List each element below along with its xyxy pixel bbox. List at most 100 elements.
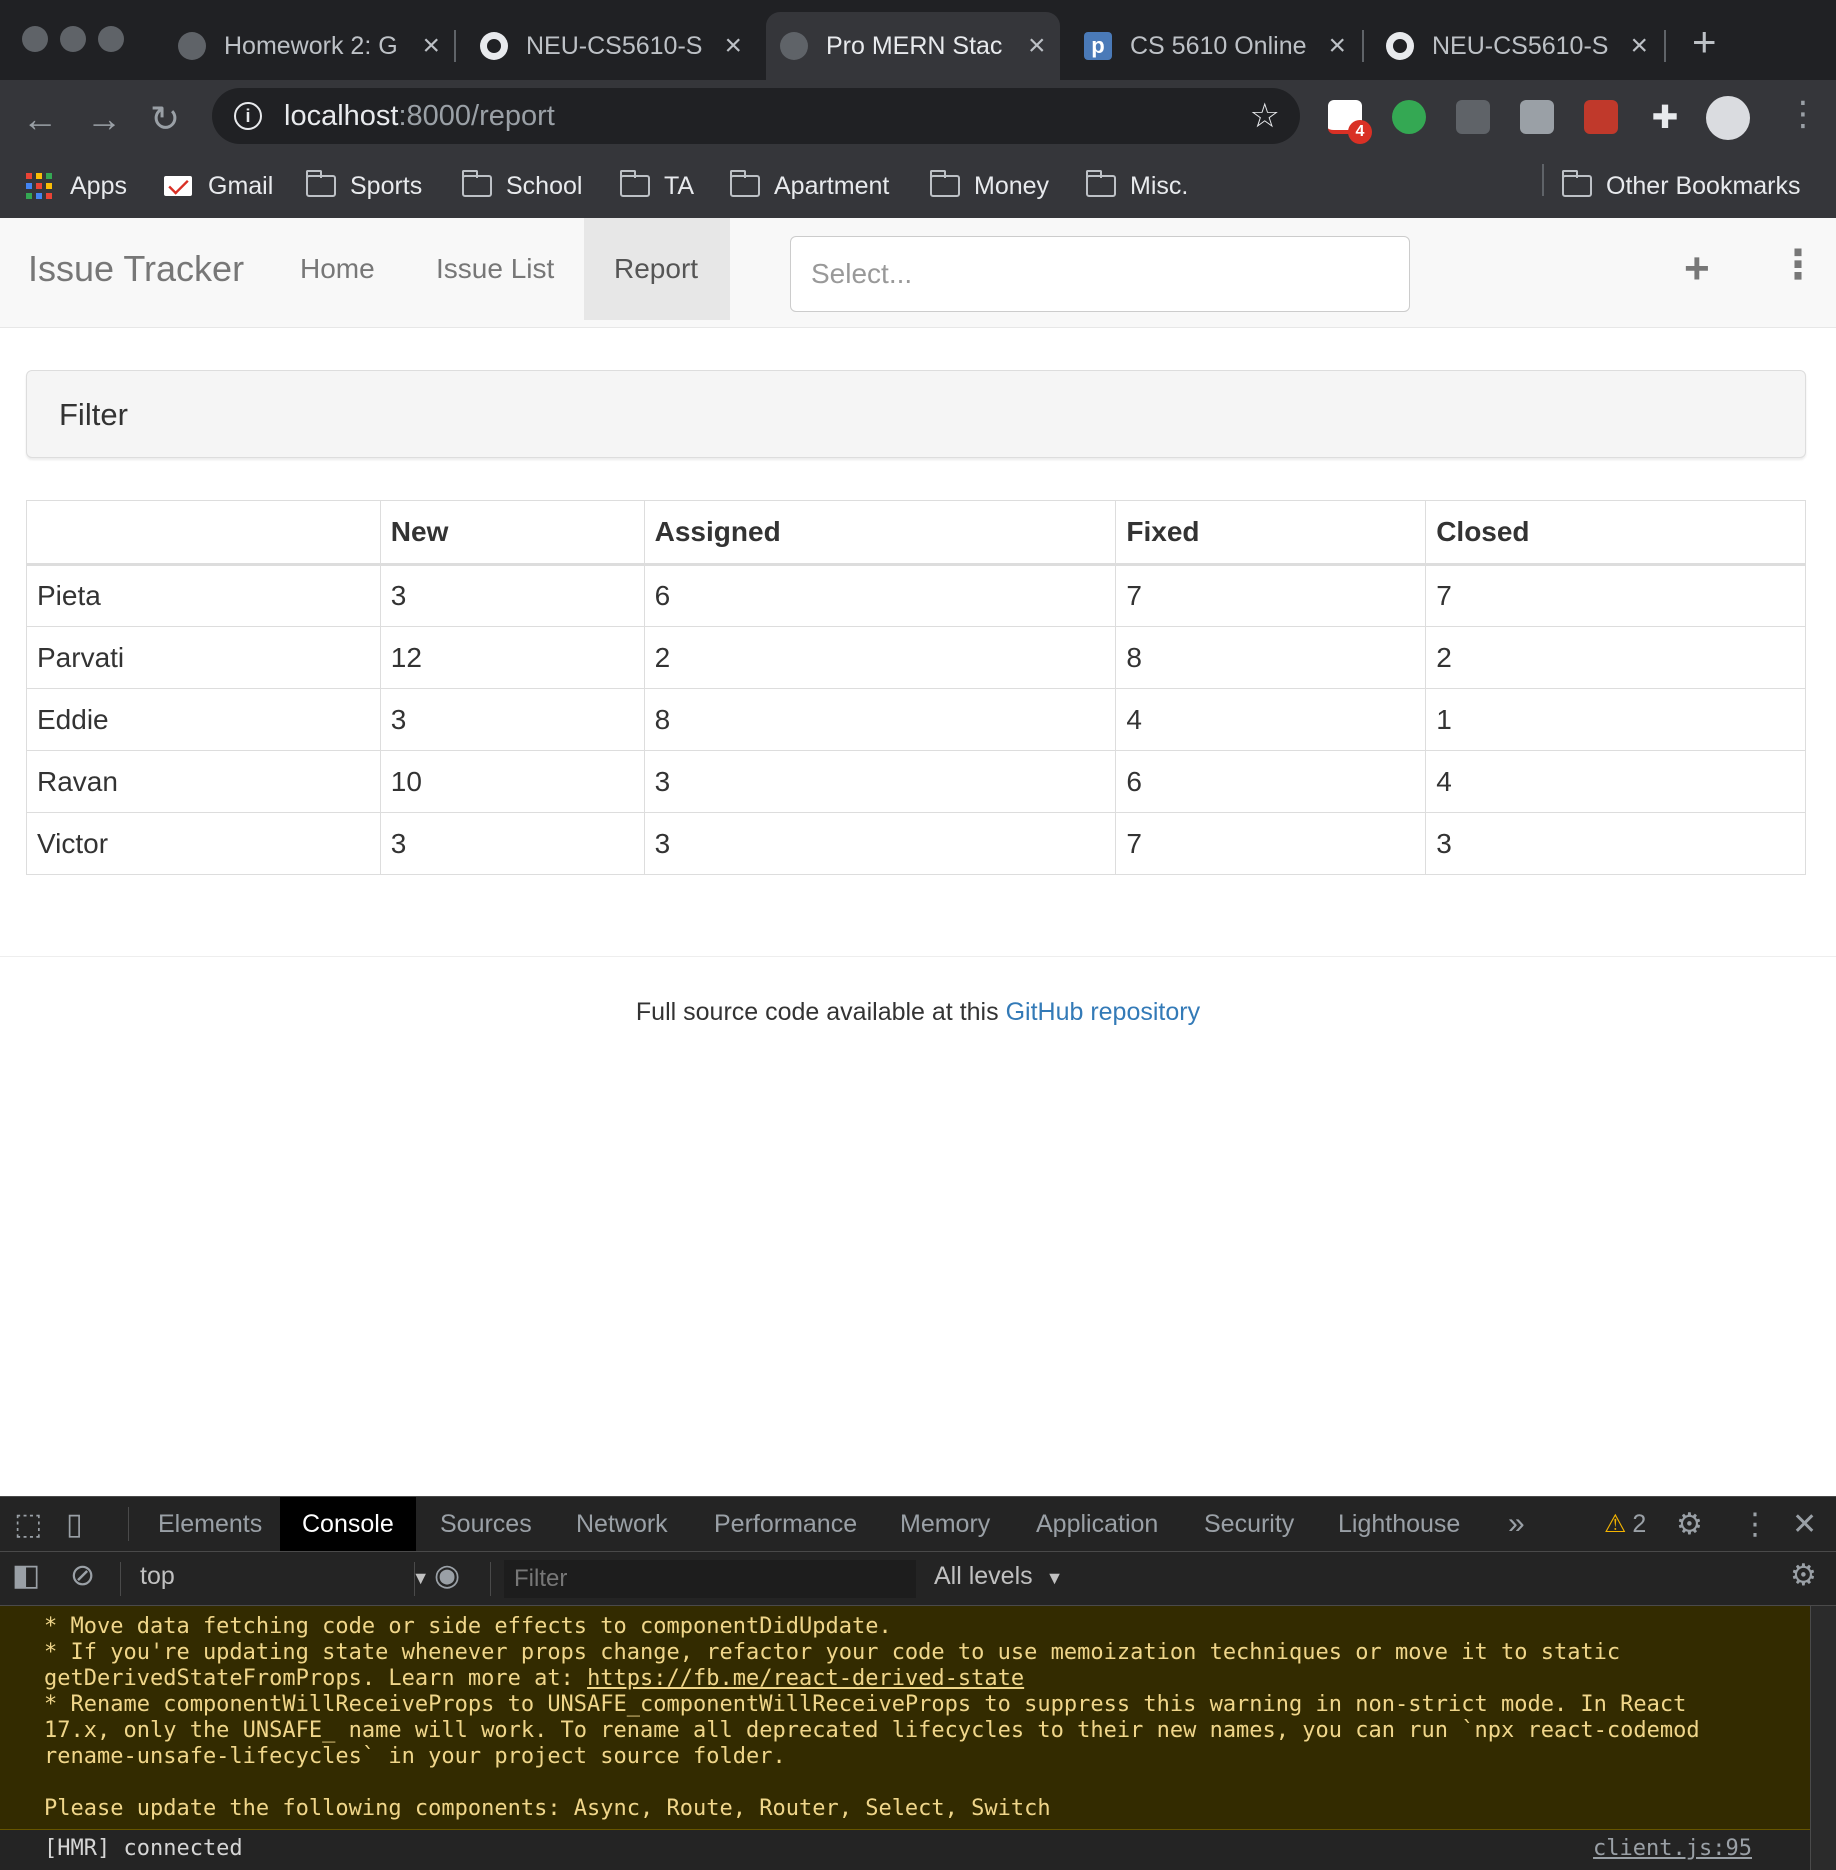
url-host: localhost — [284, 99, 399, 132]
close-icon[interactable]: × — [724, 29, 742, 63]
nav-issue-list[interactable]: Issue List — [406, 218, 584, 320]
address-bar[interactable]: i localhost:8000/report ☆ — [212, 88, 1300, 144]
bookmark-other[interactable]: Other Bookmarks — [1562, 164, 1801, 208]
sidebar-toggle-icon[interactable]: ◧ — [12, 1558, 40, 1593]
log-levels-dropdown[interactable]: All levels ▼ — [934, 1562, 1063, 1591]
console-source-link[interactable]: client.js:95 — [1593, 1836, 1752, 1861]
nav-home[interactable]: Home — [270, 218, 405, 320]
tab-separator — [454, 30, 456, 62]
reload-icon[interactable]: ↻ — [150, 98, 180, 140]
close-icon[interactable]: × — [422, 29, 440, 63]
browser-tab-4[interactable]: NEU-CS5610-S × — [1372, 12, 1662, 80]
browser-tab-1[interactable]: NEU-CS5610-S × — [466, 12, 756, 80]
header-cell — [26, 500, 381, 566]
app-menu-icon[interactable]: ⋮ — [1778, 242, 1818, 288]
table-cell: 12 — [379, 626, 645, 689]
react-derived-state-link[interactable]: https://fb.me/react-derived-state — [587, 1666, 1024, 1691]
bookmark-folder-school[interactable]: School — [462, 164, 582, 208]
eye-icon[interactable]: ◉ — [434, 1558, 460, 1593]
browser-tab-2-active[interactable]: Pro MERN Stac × — [766, 12, 1060, 80]
table-cell: 4 — [1425, 750, 1806, 813]
device-toolbar-icon[interactable]: ▯ — [66, 1507, 83, 1542]
window-close-dot[interactable] — [22, 26, 48, 52]
close-icon[interactable]: × — [1630, 29, 1648, 63]
dropdown-arrow-icon: ▼ — [1045, 1568, 1064, 1588]
h-extension-icon[interactable] — [1520, 100, 1554, 134]
footer-text: Full source code available at this — [635, 998, 1006, 1026]
bookmark-divider — [1542, 164, 1544, 196]
header-cell: Assigned — [643, 500, 1117, 566]
github-repository-link[interactable]: GitHub repository — [1006, 998, 1201, 1026]
devtools-tab-performance[interactable]: Performance — [692, 1497, 879, 1551]
devtools-menu-icon[interactable]: ⋮ — [1740, 1507, 1770, 1542]
close-icon[interactable]: × — [1028, 29, 1046, 63]
forward-arrow-icon[interactable]: → — [86, 98, 122, 140]
devtools-tab-memory[interactable]: Memory — [878, 1497, 1012, 1551]
window-minimize-dot[interactable] — [60, 26, 86, 52]
bookmark-folder-misc[interactable]: Misc. — [1086, 164, 1188, 208]
close-icon[interactable]: × — [1328, 29, 1346, 63]
browser-tab-3[interactable]: p CS 5610 Online × — [1070, 12, 1360, 80]
warning-line: rename-unsafe-lifecycles` in your projec… — [44, 1744, 786, 1769]
table-cell: 2 — [1425, 626, 1806, 689]
tab-separator — [1362, 30, 1364, 62]
nav-report[interactable]: Report — [584, 218, 730, 320]
console-scrollbar[interactable] — [1810, 1606, 1836, 1870]
bookmark-folder-money[interactable]: Money — [930, 164, 1049, 208]
devtools-tab-sources[interactable]: Sources — [418, 1497, 554, 1551]
puzzle-extensions-icon[interactable]: ✚ — [1648, 100, 1682, 134]
toolbar-separator — [490, 1562, 491, 1596]
bookmark-label: Money — [974, 171, 1050, 200]
devtools-tab-security[interactable]: Security — [1182, 1497, 1316, 1551]
inspect-element-icon[interactable]: ⬚ — [14, 1507, 42, 1542]
table-cell: Pieta — [26, 564, 381, 627]
back-arrow-icon[interactable]: ← — [22, 98, 58, 140]
devtools-tab-bar: ⬚ ▯ Elements Console Sources Network Per… — [0, 1496, 1836, 1552]
warnings-counter[interactable]: ⚠ 2 — [1582, 1497, 1668, 1551]
table-cell: 2 — [643, 626, 1117, 689]
bookmark-apps[interactable]: Apps — [26, 164, 127, 208]
tab-title: CS 5610 Online — [1130, 31, 1307, 60]
devtools-tab-lighthouse[interactable]: Lighthouse — [1316, 1497, 1482, 1551]
table-row: Pieta 3 6 7 7 — [26, 564, 1806, 627]
react-extension-icon[interactable] — [1584, 100, 1618, 134]
close-devtools-icon[interactable]: ✕ — [1792, 1507, 1817, 1542]
star-bookmark-icon[interactable]: ☆ — [1250, 96, 1280, 136]
settings-gear-icon[interactable]: ⚙ — [1676, 1507, 1703, 1542]
table-header-row: New Assigned Fixed Closed — [26, 500, 1806, 566]
devtools-tab-elements[interactable]: Elements — [136, 1497, 284, 1551]
warning-count: 2 — [1632, 1509, 1647, 1538]
bookmark-folder-apartment[interactable]: Apartment — [730, 164, 889, 208]
filter-title[interactable]: Filter — [59, 397, 128, 433]
report-table: New Assigned Fixed Closed Pieta 3 6 7 7 … — [26, 500, 1806, 875]
profile-avatar[interactable] — [1706, 96, 1750, 140]
new-tab-icon[interactable]: + — [1692, 18, 1717, 66]
add-issue-icon[interactable]: + — [1684, 244, 1710, 294]
warning-line: * If you're updating state whenever prop… — [44, 1640, 1621, 1665]
browser-tab-0[interactable]: Homework 2: G × — [164, 12, 454, 80]
table-cell: Ravan — [26, 750, 381, 813]
table-cell: 3 — [379, 688, 645, 751]
css-extension-icon[interactable] — [1456, 100, 1490, 134]
chrome-menu-icon[interactable]: ⋮ — [1786, 94, 1820, 134]
bookmark-gmail[interactable]: Gmail — [164, 164, 273, 208]
devtools-tab-console[interactable]: Console — [280, 1497, 416, 1551]
console-settings-gear-icon[interactable]: ⚙ — [1790, 1558, 1817, 1593]
devtools-tab-application[interactable]: Application — [1014, 1497, 1180, 1551]
filter-panel[interactable]: Filter — [26, 370, 1806, 458]
issue-search-select[interactable]: Select... — [790, 236, 1410, 312]
window-zoom-dot[interactable] — [98, 26, 124, 52]
bookmark-folder-sports[interactable]: Sports — [306, 164, 422, 208]
brand-title[interactable]: Issue Tracker — [28, 248, 244, 290]
context-selector[interactable]: top ▼ — [140, 1562, 430, 1591]
info-icon[interactable]: i — [234, 102, 262, 130]
console-warning-message: * Move data fetching code or side effect… — [0, 1606, 1810, 1830]
table-cell: 1 — [1425, 688, 1806, 751]
bookmark-label: Other Bookmarks — [1606, 171, 1801, 200]
green-extension-icon[interactable] — [1392, 100, 1426, 134]
devtools-tab-network[interactable]: Network — [554, 1497, 690, 1551]
console-filter-input[interactable]: Filter — [504, 1560, 916, 1598]
more-tabs-chevron-icon[interactable]: » — [1486, 1497, 1547, 1551]
bookmark-folder-ta[interactable]: TA — [620, 164, 694, 208]
clear-console-icon[interactable]: ⊘ — [70, 1558, 95, 1593]
